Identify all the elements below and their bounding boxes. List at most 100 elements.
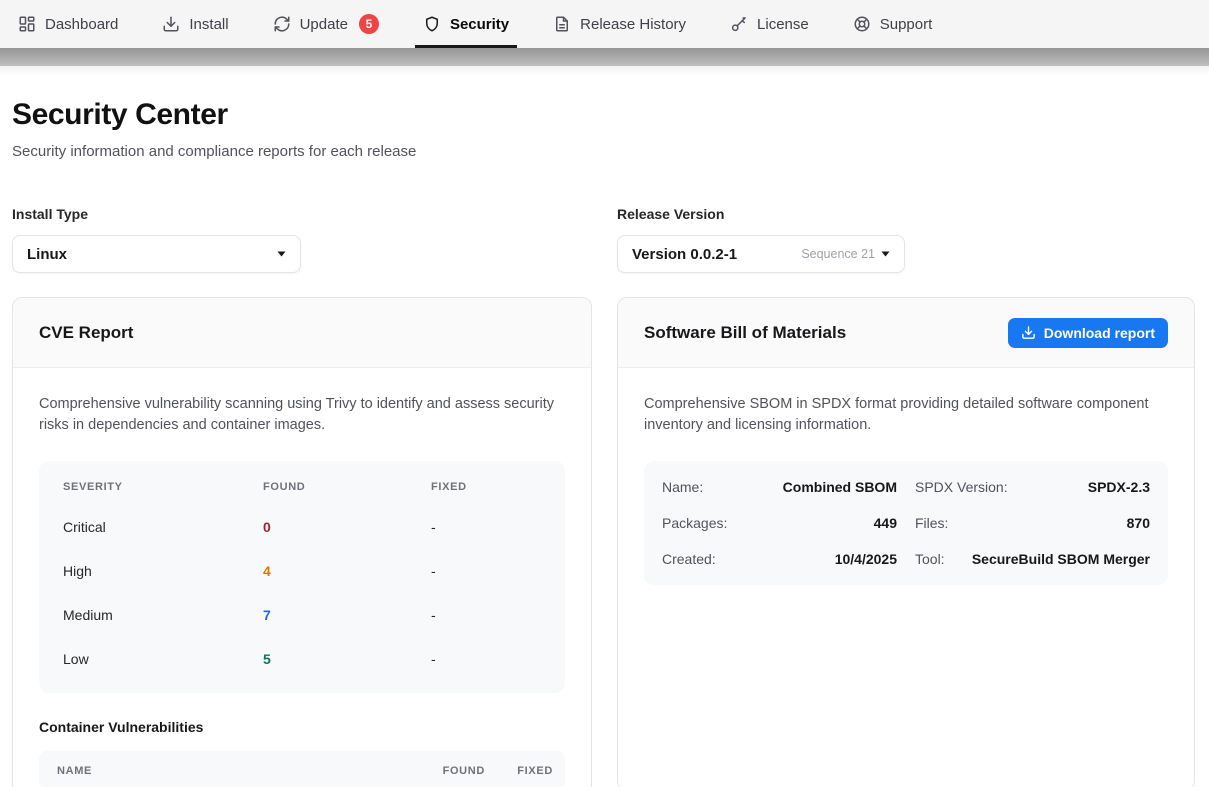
severity-row-high: High 4 - [39, 549, 565, 593]
container-vulnerabilities-title: Container Vulnerabilities [39, 719, 565, 735]
download-report-label: Download report [1044, 325, 1155, 341]
nav-label: Security [450, 16, 509, 33]
release-history-icon [553, 15, 571, 33]
chevron-down-icon [881, 251, 890, 257]
sbom-field-label: Packages: [662, 515, 727, 531]
page-title: Security Center [12, 98, 1197, 132]
nav-label: Release History [580, 16, 686, 33]
nav-item-support[interactable]: Support [853, 0, 933, 48]
sbom-packages-pair: Packages: 449 [662, 505, 897, 541]
found-count: 0 [263, 519, 431, 535]
cve-report-card: CVE Report Comprehensive vulnerability s… [12, 297, 592, 787]
cards-row: CVE Report Comprehensive vulnerability s… [12, 297, 1197, 787]
release-version-value: Version 0.0.2-1 [632, 246, 737, 263]
install-icon [162, 15, 180, 33]
update-icon [273, 15, 291, 33]
support-lifebuoy-icon [853, 15, 871, 33]
severity-table-header: Severity Found Fixed [39, 469, 565, 505]
sbom-info-row: Name: Combined SBOM SPDX Version: SPDX-2… [662, 469, 1150, 505]
header-divider-fade [0, 66, 1209, 76]
severity-label: Critical [63, 519, 263, 535]
sbom-description: Comprehensive SBOM in SPDX format provid… [644, 394, 1166, 436]
found-col-header: Found [415, 765, 485, 777]
severity-col-header: Severity [63, 481, 263, 493]
release-version-select[interactable]: Version 0.0.2-1 Sequence 21 [617, 235, 905, 273]
top-navigation: Dashboard Install Update 5 Security Rele… [0, 0, 1209, 48]
nav-item-license[interactable]: License [730, 0, 809, 48]
fixed-col-header: Fixed [431, 481, 541, 493]
security-shield-icon [423, 15, 441, 33]
release-version-meta-group: Sequence 21 [801, 247, 890, 261]
severity-label: Medium [63, 607, 263, 623]
nav-label: Update [300, 16, 348, 33]
sbom-body: Comprehensive SBOM in SPDX format provid… [618, 368, 1194, 611]
sbom-info-row: Created: 10/4/2025 Tool: SecureBuild SBO… [662, 541, 1150, 577]
fixed-count: - [431, 519, 541, 535]
download-report-button[interactable]: Download report [1008, 318, 1168, 348]
update-count-badge: 5 [359, 14, 379, 34]
nav-item-release-history[interactable]: Release History [553, 0, 686, 48]
sbom-field-label: Files: [915, 515, 948, 531]
cve-report-header: CVE Report [13, 298, 591, 368]
release-version-label: Release Version [617, 206, 1195, 222]
found-count: 7 [263, 607, 431, 623]
chevron-down-icon [277, 251, 286, 257]
sbom-card: Software Bill of Materials Download repo… [617, 297, 1195, 787]
severity-row-critical: Critical 0 - [39, 505, 565, 549]
nav-label: Dashboard [45, 16, 118, 33]
sbom-field-value: SPDX-2.3 [1088, 479, 1150, 495]
container-vulnerabilities-header: Name Found Fixed [39, 751, 565, 787]
sbom-created-pair: Created: 10/4/2025 [662, 541, 897, 577]
severity-label: High [63, 563, 263, 579]
sbom-field-value: 10/4/2025 [835, 551, 897, 567]
found-count: 4 [263, 563, 431, 579]
sbom-tool-pair: Tool: SecureBuild SBOM Merger [915, 541, 1150, 577]
nav-item-install[interactable]: Install [162, 0, 228, 48]
found-col-header: Found [263, 481, 431, 493]
severity-table: Severity Found Fixed Critical 0 - High 4… [39, 461, 565, 693]
sbom-header: Software Bill of Materials Download repo… [618, 298, 1194, 368]
install-type-filter: Install Type Linux [12, 206, 592, 273]
release-sequence-text: Sequence 21 [801, 247, 875, 261]
sbom-title: Software Bill of Materials [644, 323, 846, 343]
sbom-info-row: Packages: 449 Files: 870 [662, 505, 1150, 541]
sbom-field-value: 449 [874, 515, 897, 531]
main-content: Security Center Security information and… [0, 98, 1209, 787]
header-divider-band [0, 48, 1209, 66]
nav-item-dashboard[interactable]: Dashboard [18, 0, 118, 48]
sbom-files-pair: Files: 870 [915, 505, 1150, 541]
cve-report-description: Comprehensive vulnerability scanning usi… [39, 394, 561, 436]
fixed-count: - [431, 651, 541, 667]
page-subtitle: Security information and compliance repo… [12, 143, 1197, 160]
cve-report-body: Comprehensive vulnerability scanning usi… [13, 368, 591, 787]
nav-label: License [757, 16, 809, 33]
severity-row-low: Low 5 - [39, 637, 565, 681]
sbom-field-label: Name: [662, 479, 703, 495]
nav-item-update[interactable]: Update 5 [273, 0, 379, 48]
fixed-count: - [431, 563, 541, 579]
install-type-value: Linux [27, 246, 67, 263]
license-key-icon [730, 15, 748, 33]
sbom-field-label: Tool: [915, 551, 945, 567]
found-count: 5 [263, 651, 431, 667]
sbom-name-pair: Name: Combined SBOM [662, 469, 897, 505]
cve-report-title: CVE Report [39, 323, 133, 343]
install-type-select[interactable]: Linux [12, 235, 301, 273]
sbom-info-table: Name: Combined SBOM SPDX Version: SPDX-2… [644, 461, 1168, 585]
severity-label: Low [63, 651, 263, 667]
install-type-label: Install Type [12, 206, 592, 222]
nav-label: Support [880, 16, 933, 33]
sbom-field-value: SecureBuild SBOM Merger [972, 551, 1150, 567]
fixed-count: - [431, 607, 541, 623]
release-version-filter: Release Version Version 0.0.2-1 Sequence… [617, 206, 1195, 273]
dashboard-icon [18, 15, 36, 33]
name-col-header: Name [57, 765, 415, 777]
nav-item-security[interactable]: Security [423, 0, 509, 48]
severity-row-medium: Medium 7 - [39, 593, 565, 637]
sbom-field-value: Combined SBOM [783, 479, 897, 495]
nav-label: Install [189, 16, 228, 33]
sbom-field-label: SPDX Version: [915, 479, 1008, 495]
sbom-field-value: 870 [1127, 515, 1150, 531]
download-icon [1021, 325, 1036, 340]
sbom-field-label: Created: [662, 551, 716, 567]
